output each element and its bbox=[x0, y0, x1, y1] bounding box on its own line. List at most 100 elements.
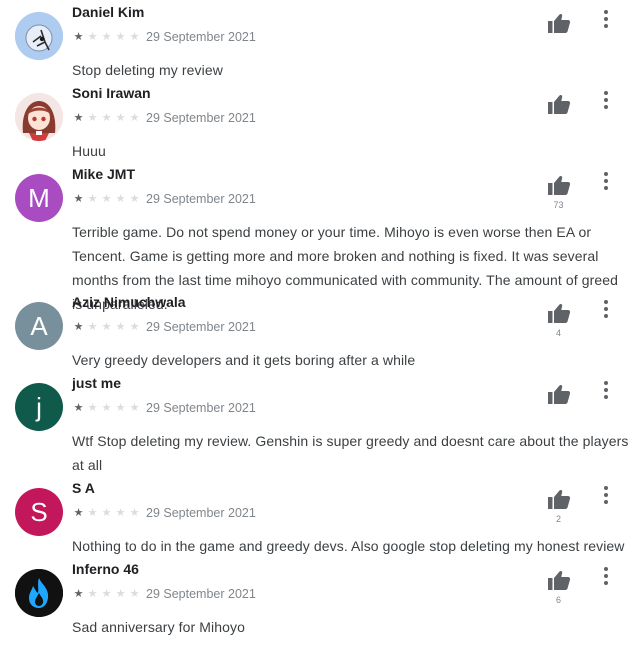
review-date: 29 September 2021 bbox=[146, 320, 256, 334]
star-icon: ★ bbox=[115, 320, 126, 333]
more-vertical-icon[interactable] bbox=[600, 565, 612, 587]
review-text: Very greedy developers and it gets borin… bbox=[72, 352, 416, 368]
star-icon: ★ bbox=[87, 587, 98, 600]
star-icon: ★ bbox=[87, 506, 98, 519]
review-date: 29 September 2021 bbox=[146, 401, 256, 415]
helpful-count: 4 bbox=[555, 328, 561, 338]
reviewer-name: Aziz Nimuchwala bbox=[72, 294, 186, 310]
review-text: Wtf Stop deleting my review. Genshin is … bbox=[72, 433, 629, 473]
star-icon: ★ bbox=[87, 111, 98, 124]
avatar-letter: S bbox=[30, 496, 48, 527]
star-icon: ★ bbox=[87, 30, 98, 43]
star-icon: ★ bbox=[73, 506, 84, 519]
review-date: 29 September 2021 bbox=[146, 587, 256, 601]
more-vertical-icon[interactable] bbox=[600, 379, 612, 401]
more-vertical-icon[interactable] bbox=[600, 298, 612, 320]
review-date: 29 September 2021 bbox=[146, 192, 256, 206]
reviewer-name: Soni Irawan bbox=[72, 85, 151, 101]
star-icon: ★ bbox=[129, 111, 140, 124]
thumbs-up-icon bbox=[547, 175, 570, 195]
helpful-button[interactable] bbox=[546, 93, 571, 120]
star-icon: ★ bbox=[115, 401, 126, 414]
star-icon: ★ bbox=[115, 587, 126, 600]
avatar[interactable]: M bbox=[15, 174, 63, 222]
helpful-button[interactable] bbox=[546, 12, 571, 39]
more-vertical-icon[interactable] bbox=[600, 89, 612, 111]
avatar-letter: A bbox=[30, 310, 48, 341]
avatar-letter: j bbox=[36, 391, 42, 422]
star-icon: ★ bbox=[101, 30, 112, 43]
star-icon: ★ bbox=[115, 192, 126, 205]
helpful-count: 73 bbox=[553, 200, 564, 210]
review-text: Nothing to do in the game and greedy dev… bbox=[72, 538, 625, 554]
star-icon: ★ bbox=[73, 320, 84, 333]
star-icon: ★ bbox=[87, 192, 98, 205]
avatar[interactable]: A bbox=[15, 302, 63, 350]
review-text: Huuu bbox=[72, 143, 106, 159]
rating-row: ★ ★ ★ ★ ★ 29 September 2021 bbox=[72, 506, 256, 520]
more-vertical-icon[interactable] bbox=[600, 8, 612, 30]
star-icon: ★ bbox=[101, 111, 112, 124]
star-icon: ★ bbox=[129, 587, 140, 600]
thumbs-up-icon bbox=[547, 94, 570, 114]
star-rating: ★ ★ ★ ★ ★ bbox=[72, 506, 141, 519]
more-vertical-icon[interactable] bbox=[600, 170, 612, 192]
star-icon: ★ bbox=[115, 30, 126, 43]
reviewer-name: Inferno 46 bbox=[72, 561, 139, 577]
helpful-button[interactable] bbox=[546, 383, 571, 410]
star-icon: ★ bbox=[101, 320, 112, 333]
rating-row: ★ ★ ★ ★ ★ 29 September 2021 bbox=[72, 192, 256, 206]
helpful-button[interactable] bbox=[546, 569, 571, 596]
review-date: 29 September 2021 bbox=[146, 506, 256, 520]
avatar[interactable]: S bbox=[15, 488, 63, 536]
avatar[interactable] bbox=[15, 93, 63, 141]
star-icon: ★ bbox=[129, 320, 140, 333]
star-icon: ★ bbox=[101, 192, 112, 205]
star-icon: ★ bbox=[101, 506, 112, 519]
helpful-button[interactable] bbox=[546, 302, 571, 329]
reviewer-name: S A bbox=[72, 480, 95, 496]
star-icon: ★ bbox=[115, 506, 126, 519]
rating-row: ★ ★ ★ ★ ★ 29 September 2021 bbox=[72, 30, 256, 44]
star-icon: ★ bbox=[73, 30, 84, 43]
helpful-button[interactable] bbox=[546, 174, 571, 201]
thumbs-up-icon bbox=[547, 384, 570, 404]
review-date: 29 September 2021 bbox=[146, 111, 256, 125]
star-icon: ★ bbox=[87, 320, 98, 333]
star-icon: ★ bbox=[129, 192, 140, 205]
rating-row: ★ ★ ★ ★ ★ 29 September 2021 bbox=[72, 401, 256, 415]
helpful-button[interactable] bbox=[546, 488, 571, 515]
star-rating: ★ ★ ★ ★ ★ bbox=[72, 111, 141, 124]
star-rating: ★ ★ ★ ★ ★ bbox=[72, 401, 141, 414]
star-icon: ★ bbox=[73, 587, 84, 600]
blue-flame-avatar-icon bbox=[15, 569, 63, 617]
helpful-count: 6 bbox=[555, 595, 561, 605]
review-text: Sad anniversary for Mihoyo bbox=[72, 619, 246, 635]
review-text: Stop deleting my review bbox=[72, 62, 223, 78]
star-icon: ★ bbox=[129, 506, 140, 519]
more-vertical-icon[interactable] bbox=[600, 484, 612, 506]
spider-avatar-icon bbox=[15, 12, 63, 60]
avatar[interactable] bbox=[15, 12, 63, 60]
star-icon: ★ bbox=[73, 401, 84, 414]
anime-girl-avatar-icon bbox=[15, 93, 63, 141]
rating-row: ★ ★ ★ ★ ★ 29 September 2021 bbox=[72, 111, 256, 125]
reviewer-name: Mike JMT bbox=[72, 166, 136, 182]
avatar-letter: M bbox=[28, 182, 50, 213]
thumbs-up-icon bbox=[547, 570, 570, 590]
helpful-count: 2 bbox=[555, 514, 561, 524]
avatar[interactable]: j bbox=[15, 383, 63, 431]
reviewer-name: Daniel Kim bbox=[72, 4, 145, 20]
thumbs-up-icon bbox=[547, 489, 570, 509]
star-rating: ★ ★ ★ ★ ★ bbox=[72, 320, 141, 333]
star-icon: ★ bbox=[115, 111, 126, 124]
avatar[interactable] bbox=[15, 569, 63, 617]
review-date: 29 September 2021 bbox=[146, 30, 256, 44]
rating-row: ★ ★ ★ ★ ★ 29 September 2021 bbox=[72, 587, 256, 601]
star-rating: ★ ★ ★ ★ ★ bbox=[72, 587, 141, 600]
star-rating: ★ ★ ★ ★ ★ bbox=[72, 30, 141, 43]
thumbs-up-icon bbox=[547, 13, 570, 33]
star-icon: ★ bbox=[129, 30, 140, 43]
star-icon: ★ bbox=[101, 587, 112, 600]
star-icon: ★ bbox=[129, 401, 140, 414]
